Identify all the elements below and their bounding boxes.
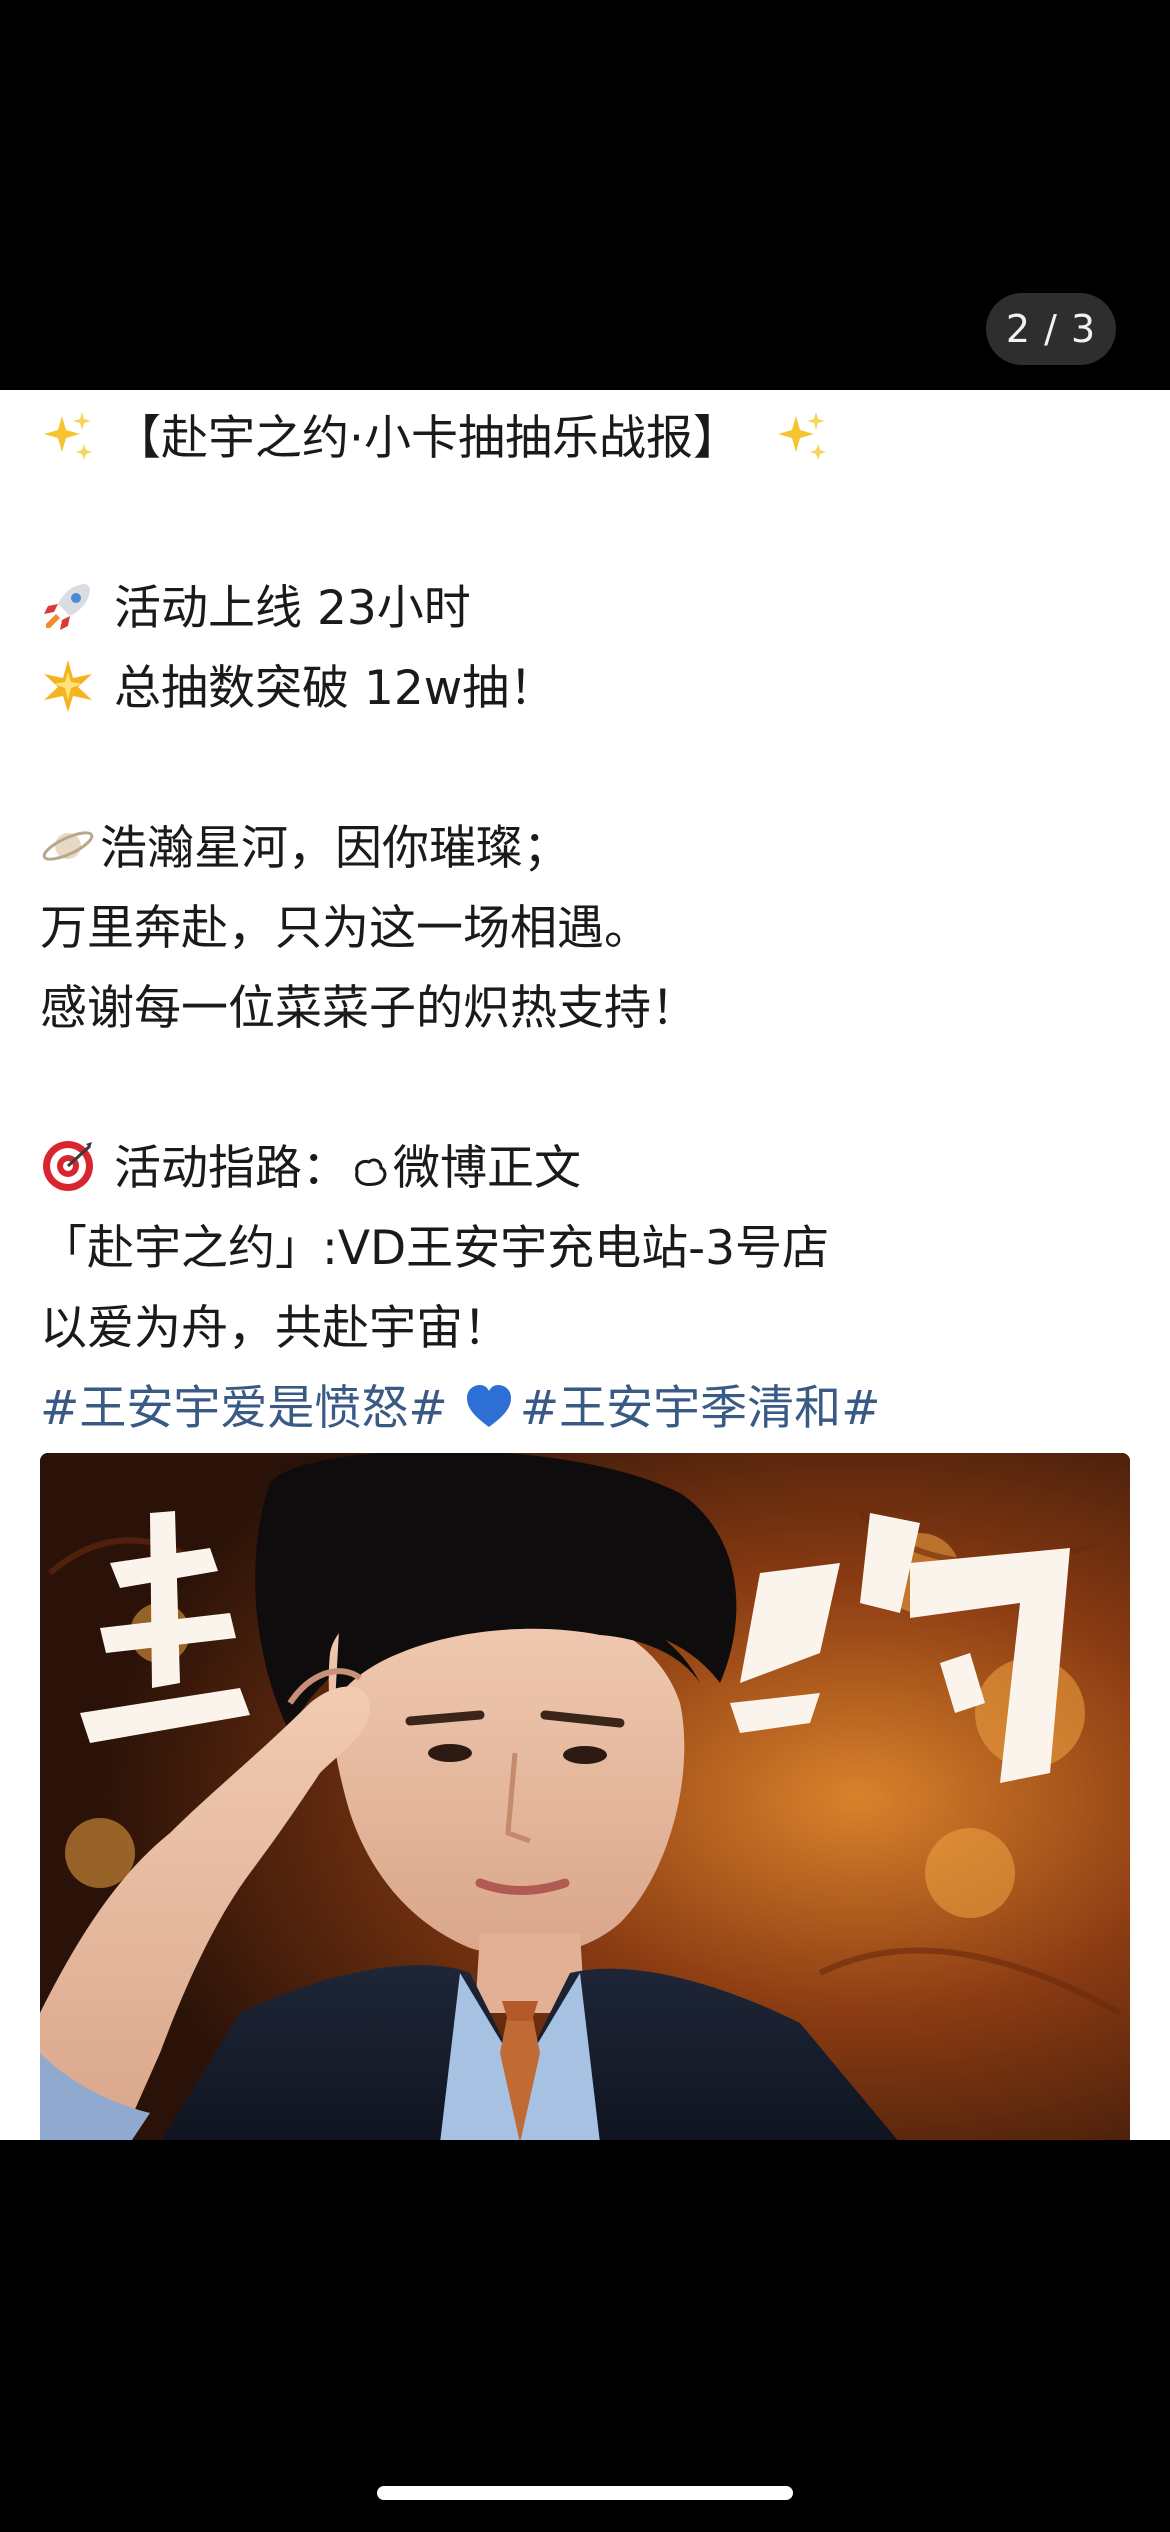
target-icon	[40, 1138, 96, 1194]
image-viewer[interactable]: 2 / 3 【赴宇之约·小卡抽抽乐战报】 活动上线 23小时 总抽数突破 12w…	[0, 0, 1170, 2532]
weibo-icon	[349, 1140, 391, 1186]
poem-text-1: 浩瀚星河，因你璀璨；	[100, 821, 570, 876]
stat-total-line: 总抽数突破 12w抽！	[40, 654, 556, 724]
ringed-planet-icon	[40, 818, 96, 874]
hashtag-line: #王安宇爱是愤怒# #王安宇季清和#	[40, 1374, 881, 1444]
stat-online: 活动上线 23小时	[114, 581, 471, 636]
guide-target[interactable]: 微博正文	[393, 1141, 581, 1196]
home-indicator[interactable]	[377, 2486, 793, 2500]
sparkles-icon	[40, 408, 96, 464]
blue-heart-icon	[464, 1382, 514, 1432]
poem-line-1: 浩瀚星河，因你璀璨；	[40, 814, 570, 884]
poem-line-2: 万里奔赴，只为这一场相遇。	[40, 901, 651, 956]
post-image[interactable]: 【赴宇之约·小卡抽抽乐战报】 活动上线 23小时 总抽数突破 12w抽！ 浩瀚星…	[0, 390, 1170, 2140]
guide-prefix: 活动指路：	[114, 1141, 349, 1196]
promo-photo	[40, 1453, 1130, 2140]
rocket-icon	[40, 578, 96, 634]
closing-line: 以爱为舟，共赴宇宙！	[40, 1301, 510, 1356]
stat-online-line: 活动上线 23小时	[40, 574, 471, 644]
post-title: 【赴宇之约·小卡抽抽乐战报】	[114, 411, 740, 466]
title-line: 【赴宇之约·小卡抽抽乐战报】	[40, 404, 848, 474]
glowing-star-icon	[40, 658, 96, 714]
store-line: 「赴宇之约」:VD王安宇充电站-3号店	[40, 1221, 830, 1276]
guide-line: 活动指路： 微博正文	[40, 1134, 581, 1204]
stat-total: 总抽数突破 12w抽！	[114, 661, 557, 716]
poem-line-3: 感谢每一位菜菜子的炽热支持！	[40, 981, 698, 1036]
hashtag-1[interactable]: #王安宇爱是愤怒#	[40, 1381, 448, 1436]
page-counter: 2 / 3	[986, 293, 1116, 365]
sparkles-icon	[774, 408, 830, 464]
hashtag-2[interactable]: #王安宇季清和#	[520, 1381, 881, 1436]
